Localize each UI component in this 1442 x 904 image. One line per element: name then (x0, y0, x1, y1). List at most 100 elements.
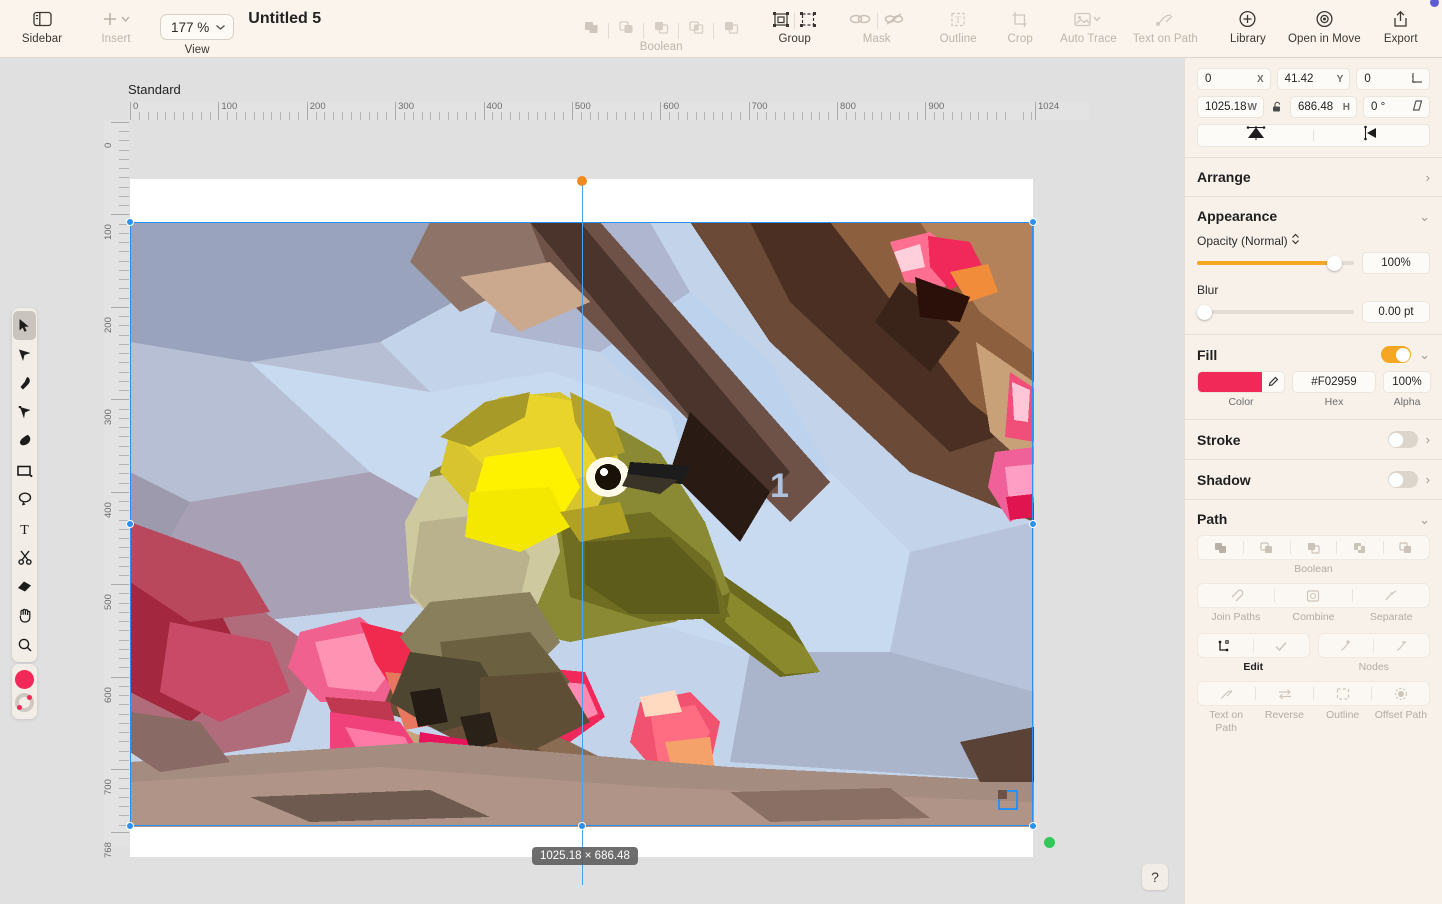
hand-tool[interactable] (13, 601, 36, 630)
auto-trace-button[interactable]: Auto Trace (1060, 0, 1117, 45)
y-field[interactable]: 41.42 Y (1276, 68, 1351, 90)
group-icon[interactable] (772, 9, 790, 29)
join-paths-icon[interactable] (1198, 584, 1274, 607)
selection-tool[interactable] (13, 311, 36, 340)
selection-handle-bottom-right[interactable] (1029, 822, 1037, 830)
eyedropper-icon[interactable] (1262, 372, 1284, 392)
pen-tool[interactable] (13, 369, 36, 398)
opacity-value[interactable]: 100% (1362, 252, 1430, 274)
library-button[interactable]: Library (1226, 0, 1270, 45)
intersect-icon[interactable] (1291, 536, 1336, 559)
exclude-icon[interactable] (1337, 536, 1382, 559)
bezier-tool[interactable] (13, 398, 36, 427)
fill-alpha-input[interactable]: 100% (1383, 371, 1431, 393)
brush-tool[interactable] (13, 427, 36, 456)
view-control[interactable]: 177 % View (160, 0, 235, 56)
export-button[interactable]: Export (1379, 0, 1439, 45)
blur-slider[interactable] (1197, 304, 1354, 320)
combine-icon[interactable] (1275, 584, 1351, 607)
divide-icon[interactable] (1384, 536, 1429, 559)
ungroup-icon[interactable] (799, 9, 817, 29)
fill-color-chip[interactable] (1197, 371, 1285, 393)
x-field[interactable]: 0 X (1197, 68, 1271, 90)
fill-color-swatch[interactable] (1198, 372, 1262, 392)
intersect-icon[interactable] (646, 9, 676, 37)
selection-handle-bottom-left[interactable] (126, 822, 134, 830)
chevron-right-icon[interactable]: › (1426, 433, 1430, 446)
blur-value[interactable]: 0.00 pt (1362, 301, 1430, 323)
divide-icon[interactable] (716, 9, 746, 37)
blend-mode-stepper-icon[interactable] (1291, 233, 1300, 248)
ruler-tick-minor (439, 112, 441, 120)
outline-icon[interactable] (1314, 682, 1371, 705)
shadow-toggle[interactable] (1387, 471, 1418, 488)
group-button[interactable]: Group (772, 0, 817, 45)
mask-button[interactable]: Mask (849, 0, 904, 45)
page-title[interactable]: Untitled 5 (248, 10, 321, 28)
offset-path-icon[interactable] (1372, 682, 1429, 705)
unite-icon[interactable] (1198, 536, 1243, 559)
boolean-group[interactable]: Boolean (576, 0, 746, 53)
lasso-tool[interactable] (13, 485, 36, 514)
crop-corner-indicator[interactable] (998, 790, 1018, 810)
ruler-vertical[interactable]: 0 100 200 300 400 500 600 700 768 (103, 120, 129, 858)
fill-swatch[interactable] (15, 670, 34, 689)
subtract-icon[interactable] (611, 9, 641, 37)
eraser-tool[interactable] (13, 572, 36, 601)
selection-handle-right-mid[interactable] (1029, 520, 1037, 528)
chevron-right-icon[interactable]: › (1426, 171, 1430, 184)
remove-node-icon[interactable] (1374, 634, 1429, 657)
unmask-icon[interactable] (884, 9, 904, 29)
node-tool[interactable] (13, 340, 36, 369)
selection-handle-left-mid[interactable] (126, 520, 134, 528)
outline-button[interactable]: T Outline (936, 0, 980, 45)
vertical-guide[interactable] (582, 181, 583, 885)
add-node-icon[interactable] (1319, 634, 1374, 657)
subtract-icon[interactable] (1244, 536, 1289, 559)
flip-horizontal-button[interactable] (1314, 125, 1429, 146)
separate-icon[interactable] (1353, 584, 1429, 607)
flip-vertical-button[interactable] (1198, 125, 1313, 146)
chevron-down-icon[interactable]: ⌄ (1419, 513, 1430, 526)
selection-handle-top-left[interactable] (126, 218, 134, 226)
selection-handle-bottom-mid[interactable] (578, 822, 586, 830)
mask-icon[interactable] (849, 9, 871, 29)
zoom-select[interactable]: 177 % (160, 14, 235, 40)
confirm-edit-icon[interactable] (1254, 634, 1309, 657)
reverse-icon[interactable] (1256, 682, 1313, 705)
rotation-handle[interactable] (1044, 837, 1055, 848)
sidebar-button[interactable]: Sidebar (20, 0, 64, 45)
fill-toggle[interactable] (1381, 346, 1412, 363)
stroke-toggle[interactable] (1387, 431, 1418, 448)
width-field[interactable]: 1025.18 W (1197, 96, 1264, 118)
lock-aspect-ratio-icon[interactable] (1270, 96, 1284, 118)
zoom-tool[interactable] (13, 630, 36, 659)
rotation-field[interactable]: 0 ° (1363, 96, 1430, 118)
corner-radius-field[interactable]: 0 (1356, 68, 1431, 90)
open-in-move-button[interactable]: Open in Move (1288, 0, 1361, 45)
arrange-section[interactable]: Arrange › (1185, 157, 1442, 196)
chevron-right-icon[interactable]: › (1426, 473, 1430, 486)
stroke-swatch[interactable] (15, 693, 34, 712)
help-button[interactable]: ? (1142, 864, 1168, 890)
height-field[interactable]: 686.48 H (1290, 96, 1357, 118)
text-tool[interactable]: T (13, 514, 36, 543)
selection-handle-top-right[interactable] (1029, 218, 1037, 226)
chevron-down-icon[interactable]: ⌄ (1419, 348, 1430, 361)
ruler-tick-minor (119, 158, 129, 160)
unite-icon[interactable] (576, 9, 606, 37)
text-on-path-icon[interactable] (1198, 682, 1255, 705)
insert-button[interactable]: Insert (94, 0, 138, 45)
guide-marker[interactable] (577, 176, 587, 186)
rectangle-tool[interactable] (13, 456, 36, 485)
crop-button[interactable]: Crop (998, 0, 1042, 45)
exclude-icon[interactable] (681, 9, 711, 37)
text-on-path-button[interactable]: Text on Path (1133, 0, 1198, 45)
fill-hex-input[interactable]: #F02959 (1292, 371, 1376, 393)
edit-nodes-icon[interactable] (1198, 634, 1253, 657)
canvas-area[interactable]: Standard 0 100 200 300 400 500 600 700 800 900 102… (0, 58, 1184, 904)
ruler-horizontal[interactable]: 0 100 200 300 400 500 600 700 800 900 1024 (129, 101, 1089, 120)
chevron-down-icon[interactable]: ⌄ (1419, 210, 1430, 223)
scissors-tool[interactable] (13, 543, 36, 572)
opacity-slider[interactable] (1197, 255, 1354, 271)
